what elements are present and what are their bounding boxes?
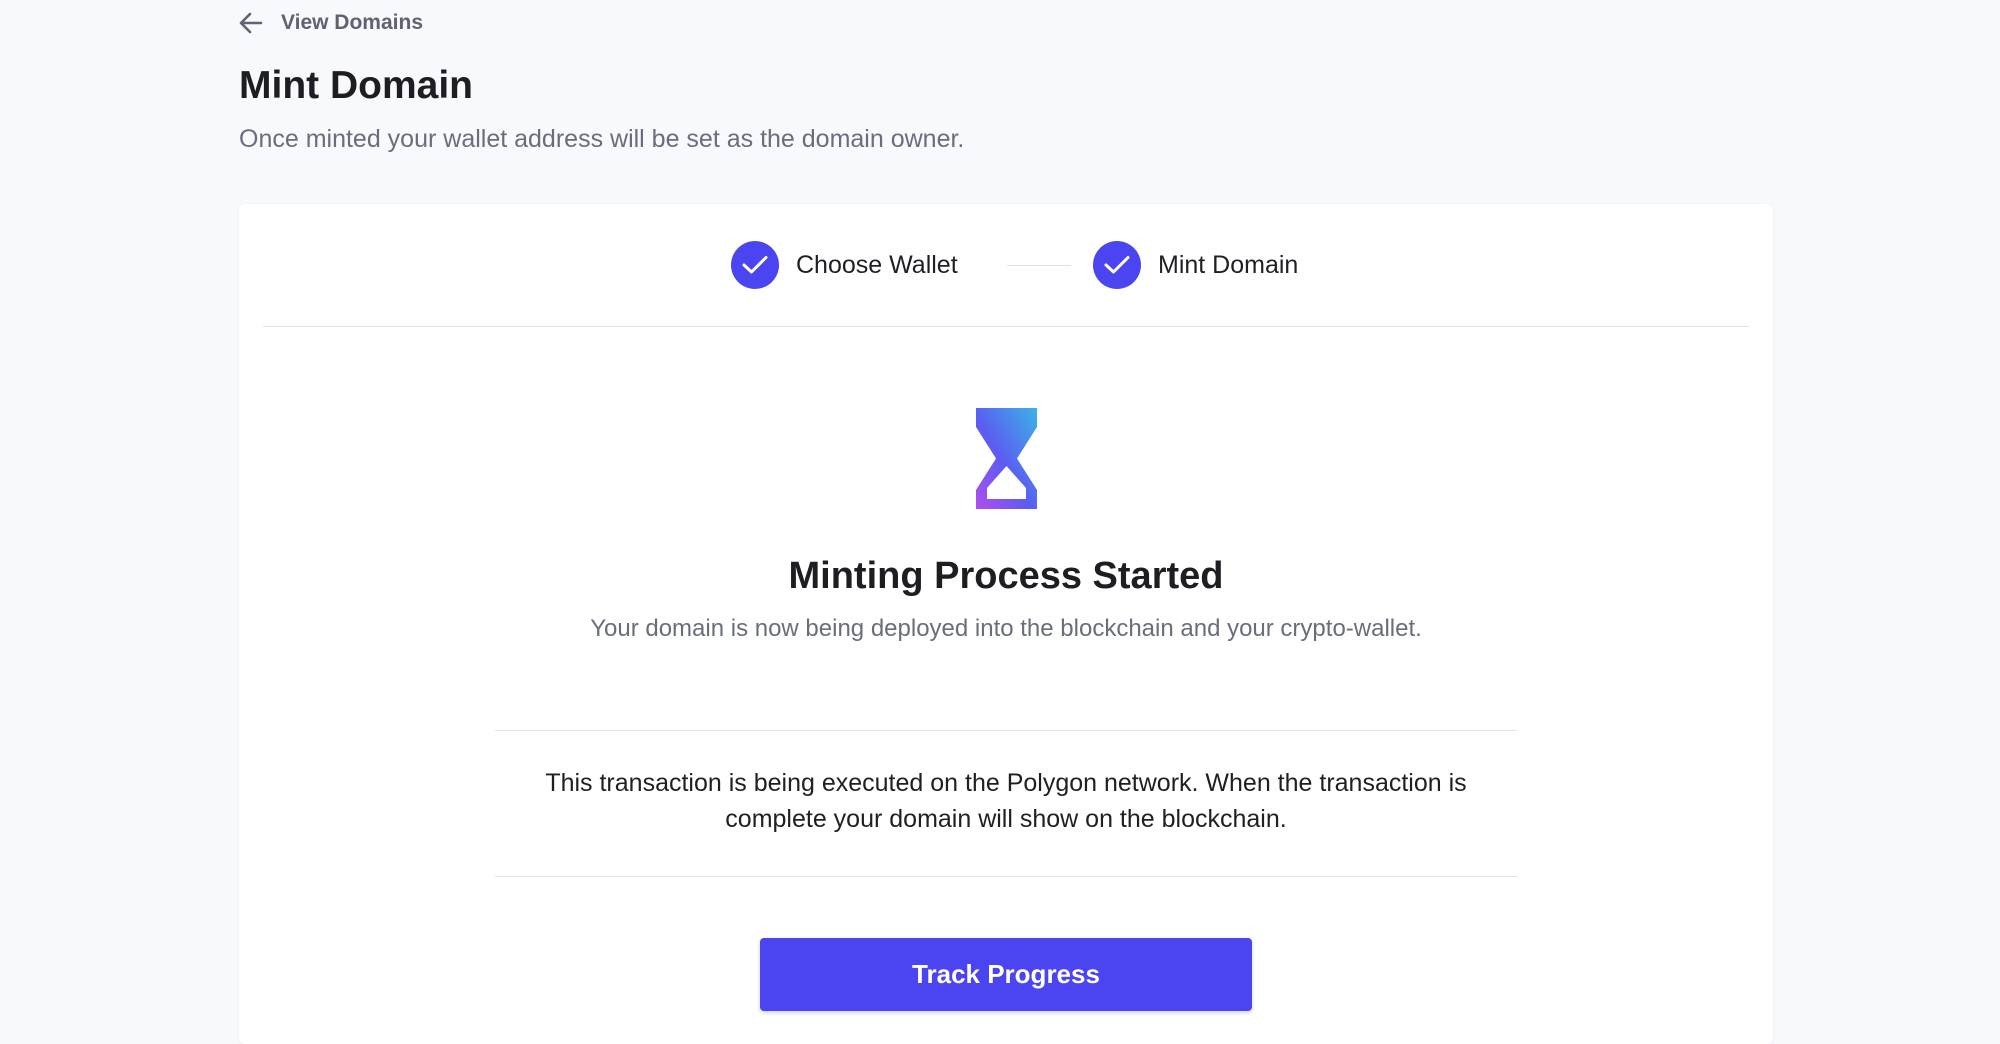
status-title: Minting Process Started [788, 555, 1224, 597]
stepper: Choose Wallet Mint Domain [263, 204, 1749, 327]
check-icon [1104, 256, 1130, 274]
step-complete-badge [731, 241, 779, 289]
divider [495, 876, 1517, 877]
step-complete-badge [1093, 241, 1141, 289]
page-subtitle: Once minted your wallet address will be … [239, 125, 965, 153]
track-progress-button[interactable]: Track Progress [760, 938, 1252, 1011]
page-title: Mint Domain [239, 64, 473, 107]
status-subtitle: Your domain is now being deployed into t… [590, 615, 1422, 642]
divider [495, 730, 1517, 731]
network-note: This transaction is being executed on th… [545, 769, 1467, 833]
back-link-label: View Domains [281, 11, 423, 34]
step-mint-domain: Mint Domain [1093, 241, 1298, 289]
step-connector [1007, 265, 1071, 266]
step-label: Choose Wallet [796, 250, 958, 279]
mint-card: Choose Wallet Mint Domain Minting Proces… [239, 204, 1773, 1044]
step-choose-wallet: Choose Wallet [731, 241, 958, 289]
step-label: Mint Domain [1158, 250, 1299, 279]
check-icon [742, 256, 768, 274]
back-to-domains-link[interactable]: View Domains [239, 11, 423, 35]
arrow-left-icon [239, 12, 263, 34]
hourglass-icon [976, 408, 1037, 509]
